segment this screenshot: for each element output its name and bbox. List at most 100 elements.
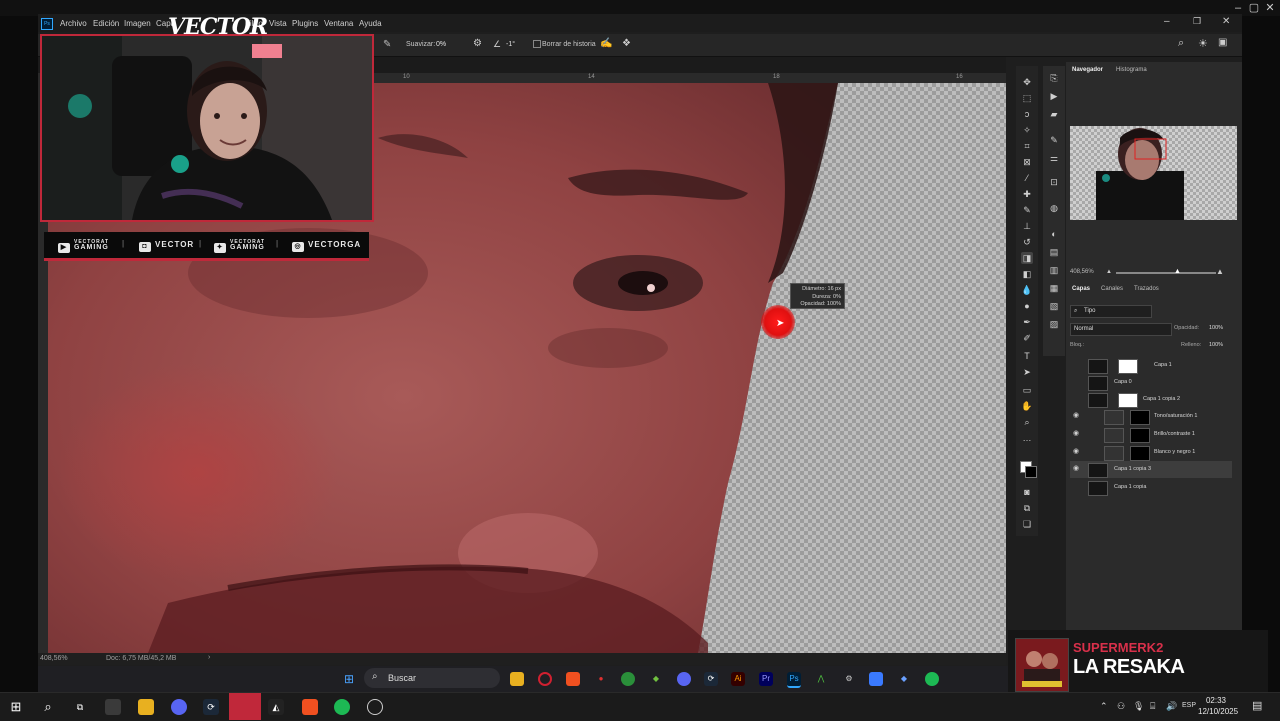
menu-ayuda[interactable]: Ayuda <box>359 19 382 28</box>
brush-panel-icon[interactable]: ✎ <box>1048 134 1060 146</box>
photoshop-icon[interactable]: Ps <box>787 672 801 688</box>
volume-icon[interactable]: 🔊 <box>1166 701 1177 712</box>
zoom-level[interactable]: 408,56% <box>40 655 68 662</box>
menu-imagen[interactable]: Imagen <box>124 19 151 28</box>
steam-icon[interactable]: ⟳ <box>203 699 219 715</box>
eye-icon[interactable]: ◉ <box>1073 448 1081 456</box>
healing-tool-icon[interactable]: ✚ <box>1021 188 1033 200</box>
styles-panel-icon[interactable]: ▨ <box>1048 318 1060 330</box>
app-minimize-button[interactable]: – <box>1164 16 1170 27</box>
gradients-panel-icon[interactable]: ▧ <box>1048 300 1060 312</box>
workspace-icon[interactable]: ▣ <box>1218 37 1227 48</box>
layer-row[interactable]: ◉ Tono/saturación 1 <box>1070 408 1232 425</box>
app-icon[interactable] <box>105 699 121 715</box>
pen-tool-icon[interactable]: ✒ <box>1021 316 1033 328</box>
symmetry-icon[interactable]: ❖ <box>622 38 631 49</box>
status-arrow-icon[interactable]: › <box>208 654 210 661</box>
host-close-button[interactable]: ✕ <box>1261 2 1279 14</box>
patterns-panel-icon[interactable]: ▦ <box>1048 282 1060 294</box>
screen-mode-icon[interactable]: ⧉ <box>1021 502 1033 514</box>
more-tools-icon[interactable]: … <box>1021 432 1033 444</box>
folder-icon[interactable] <box>138 699 154 715</box>
shape-tool-icon[interactable]: ▭ <box>1021 384 1033 396</box>
stamp-tool-icon[interactable]: ⊥ <box>1021 220 1033 232</box>
pressure-icon[interactable]: ✍ <box>600 38 612 49</box>
discord-icon[interactable] <box>171 699 187 715</box>
angle-value[interactable]: -1° <box>506 41 515 48</box>
history-brush-tool-icon[interactable]: ↺ <box>1021 236 1033 248</box>
zoom-tool-icon[interactable]: ⌕ <box>1021 416 1033 428</box>
app-icon[interactable]: ⚙ <box>842 672 856 686</box>
opera-icon[interactable] <box>538 672 552 686</box>
erase-history-checkbox[interactable] <box>533 40 541 48</box>
spotify-icon[interactable] <box>925 672 939 686</box>
menu-ventana[interactable]: Ventana <box>324 19 353 28</box>
layer-row[interactable]: Capa 1 copia 2 <box>1070 391 1232 408</box>
pen-variant-icon[interactable]: ✐ <box>1021 332 1033 344</box>
airbrush-icon[interactable]: ✎ <box>383 39 391 50</box>
app-restore-button[interactable]: ❐ <box>1193 16 1201 27</box>
opacity-value[interactable]: 100% <box>1209 325 1223 331</box>
fill-value[interactable]: 100% <box>1209 342 1223 348</box>
crop-tool-icon[interactable]: ⌗ <box>1021 140 1033 152</box>
background-color-swatch[interactable] <box>1025 466 1037 478</box>
blur-tool-icon[interactable]: 💧 <box>1021 284 1033 296</box>
eye-icon[interactable]: ◉ <box>1073 465 1081 473</box>
tab-channels[interactable]: Canales <box>1101 286 1123 292</box>
comments-panel-icon[interactable]: ▰ <box>1048 108 1060 120</box>
menu-edicion[interactable]: Edición <box>93 19 119 28</box>
menu-vista[interactable]: Vista <box>269 19 287 28</box>
language-indicator[interactable]: ESP <box>1182 702 1196 709</box>
layer-row[interactable]: ◉ Brillo/contraste 1 <box>1070 426 1232 443</box>
nav-zoom-in-icon[interactable]: ▲ <box>1216 267 1224 276</box>
brave-icon[interactable] <box>302 699 318 715</box>
blend-mode-select[interactable]: Normal <box>1070 323 1172 336</box>
properties-panel-icon[interactable]: ▥ <box>1048 264 1060 276</box>
tray-icon[interactable]: ⚇ <box>1117 701 1125 712</box>
adjustments-panel-icon[interactable]: ⚌ <box>1048 152 1060 164</box>
gear-icon[interactable]: ⚙ <box>473 38 482 49</box>
visibility-toggle[interactable] <box>1073 378 1081 386</box>
spotify-icon[interactable] <box>334 699 350 715</box>
layer-row-selected[interactable]: ◉ Capa 1 copia 3 <box>1070 461 1232 478</box>
lasso-tool-icon[interactable]: ↄ <box>1021 108 1033 120</box>
windows-start-icon[interactable]: ⊞ <box>8 699 24 715</box>
menu-plugins[interactable]: Plugins <box>292 19 318 28</box>
inner-search-box[interactable]: ⌕ Buscar <box>364 668 500 688</box>
brush-tool-icon[interactable]: ✎ <box>1021 204 1033 216</box>
eraser-tool-icon[interactable]: ◨ <box>1021 252 1033 264</box>
gradient-tool-icon[interactable]: ◧ <box>1021 268 1033 280</box>
navigator-zoom-slider[interactable] <box>1116 272 1216 274</box>
slider-handle-icon[interactable]: ▲ <box>1174 268 1181 275</box>
premiere-icon[interactable]: Pr <box>759 672 773 686</box>
nav-zoom-out-icon[interactable]: ▲ <box>1106 269 1112 275</box>
app-icon[interactable]: ◭ <box>268 699 284 715</box>
microphone-icon[interactable]: 🎙 <box>1133 701 1144 712</box>
app-icon[interactable]: ◆ <box>897 672 911 686</box>
search-icon[interactable]: ⌕ <box>1178 37 1184 50</box>
active-app-highlight[interactable] <box>229 693 261 720</box>
chrome-icon[interactable] <box>621 672 635 686</box>
tab-paths[interactable]: Trazados <box>1134 286 1159 292</box>
tab-navigator[interactable]: Navegador <box>1072 67 1103 73</box>
layer-filter-select[interactable]: ⌕ Tipo <box>1070 305 1152 318</box>
visibility-toggle[interactable] <box>1073 395 1081 403</box>
layer-row[interactable]: Capa 0 <box>1070 374 1232 391</box>
brave-icon[interactable] <box>566 672 580 686</box>
app-icon[interactable]: ● <box>594 672 608 686</box>
history-panel-icon[interactable]: ⎘ <box>1048 72 1060 84</box>
app-icon[interactable]: ⋀ <box>814 672 828 686</box>
windows-start-icon[interactable]: ⊞ <box>342 672 356 686</box>
visibility-toggle[interactable] <box>1073 483 1081 491</box>
eyedropper-tool-icon[interactable]: ⁄ <box>1021 172 1033 184</box>
path-select-tool-icon[interactable]: ➤ <box>1021 366 1033 378</box>
system-clock[interactable]: 02:33 12/10/2025 <box>1198 695 1238 717</box>
obs-icon[interactable] <box>367 699 383 715</box>
task-view-icon[interactable]: ⧉ <box>72 699 88 715</box>
network-icon[interactable]: ⌸ <box>1150 701 1155 712</box>
quick-select-tool-icon[interactable]: ✧ <box>1021 124 1033 136</box>
layer-row[interactable]: ◉ Blanco y negro 1 <box>1070 444 1232 461</box>
tab-histogram[interactable]: Histograma <box>1116 67 1147 73</box>
marquee-tool-icon[interactable]: ⬚ <box>1021 92 1033 104</box>
notifications-icon[interactable]: ▤ <box>1252 699 1262 712</box>
